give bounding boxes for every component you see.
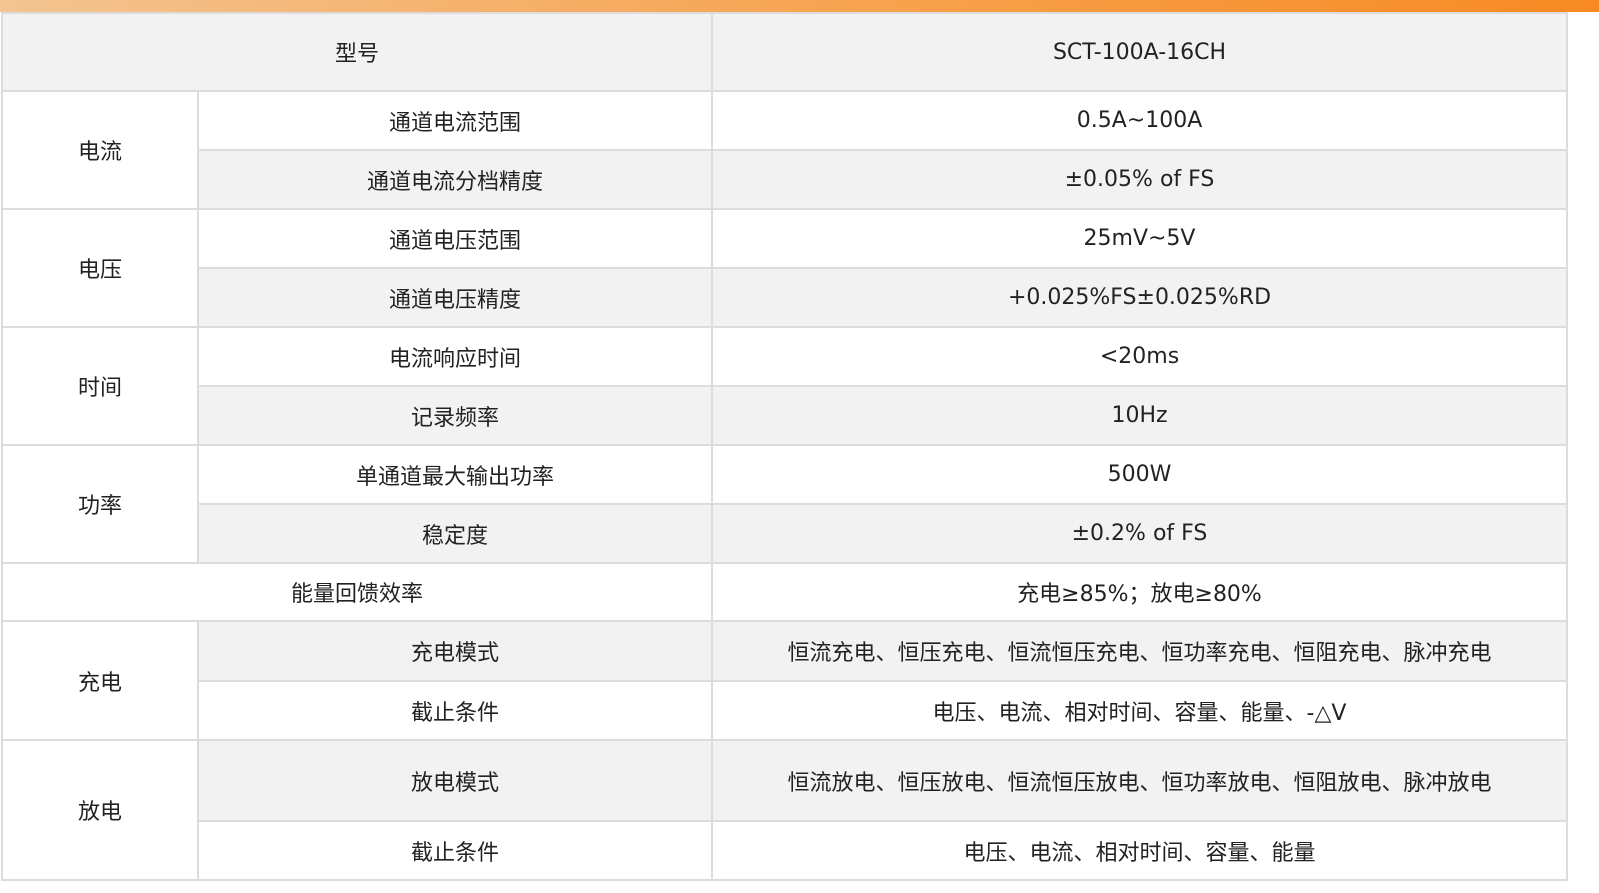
group-current: 电流 — [1, 90, 199, 210]
row-label: 通道电流范围 — [196, 90, 714, 151]
row-label: 充电模式 — [196, 620, 714, 682]
row-value: 0.5A~100A — [711, 90, 1568, 151]
row-label: 通道电压范围 — [196, 208, 714, 269]
row-value: 恒流充电、恒压充电、恒流恒压充电、恒功率充电、恒阻充电、脉冲充电 — [711, 620, 1568, 682]
row-value: 电压、电流、相对时间、容量、能量 — [711, 820, 1568, 881]
row-label: 能量回馈效率 — [0, 562, 714, 622]
group-discharge: 放电 — [1, 739, 199, 881]
table-row: 功率 单通道最大输出功率 500W — [1, 444, 1568, 564]
group-power: 功率 — [1, 444, 199, 564]
table-row: 能量回馈效率 充电≥85%；放电≥80% — [0, 562, 1568, 622]
header-label: 型号 — [0, 12, 714, 92]
row-label: 截止条件 — [196, 680, 714, 741]
table-row: 稳定度 ±0.2% of FS — [2, 503, 1568, 564]
row-value: 充电≥85%；放电≥80% — [711, 562, 1568, 622]
group-charge: 充电 — [1, 620, 199, 741]
table-row: 通道电流分档精度 ±0.05% of FS — [2, 149, 1568, 210]
table-row: 电压 通道电压范围 25mV~5V — [1, 208, 1568, 328]
group-time: 时间 — [1, 326, 199, 446]
row-value: 电压、电流、相对时间、容量、能量、-△V — [711, 680, 1568, 741]
row-value: ±0.05% of FS — [711, 149, 1568, 210]
row-label: 记录频率 — [196, 385, 714, 446]
row-value: +0.025%FS±0.025%RD — [711, 267, 1568, 328]
table-row: 放电 放电模式 恒流放电、恒压放电、恒流恒压放电、恒功率放电、恒阻放电、脉冲放电 — [1, 739, 1568, 881]
row-label: 稳定度 — [196, 503, 714, 564]
row-label: 通道电流分档精度 — [196, 149, 714, 210]
table-row: 电流 通道电流范围 0.5A~100A — [1, 90, 1568, 210]
row-value: ±0.2% of FS — [711, 503, 1568, 564]
row-label: 放电模式 — [196, 739, 714, 822]
table-row: 时间 电流响应时间 <20ms — [1, 326, 1568, 446]
row-value: 500W — [711, 444, 1568, 505]
top-accent-bar — [0, 0, 1599, 12]
row-value: 10Hz — [711, 385, 1568, 446]
row-value: <20ms — [711, 326, 1568, 387]
table-row: 截止条件 电压、电流、相对时间、容量、能量 — [2, 820, 1568, 881]
table-row: 截止条件 电压、电流、相对时间、容量、能量、-△V — [2, 680, 1568, 741]
row-value: 恒流放电、恒压放电、恒流恒压放电、恒功率放电、恒阻放电、脉冲放电 — [711, 739, 1568, 822]
row-label: 通道电压精度 — [196, 267, 714, 328]
header-value: SCT-100A-16CH — [711, 12, 1568, 92]
row-value: 25mV~5V — [711, 208, 1568, 269]
row-label: 单通道最大输出功率 — [196, 444, 714, 505]
spec-table: 型号 SCT-100A-16CH 电流 通道电流范围 0.5A~100A 通道电… — [0, 12, 1568, 881]
table-row: 通道电压精度 +0.025%FS±0.025%RD — [2, 267, 1568, 328]
row-label: 电流响应时间 — [196, 326, 714, 387]
row-label: 截止条件 — [196, 820, 714, 881]
table-row: 记录频率 10Hz — [2, 385, 1568, 446]
table-row: 充电 充电模式 恒流充电、恒压充电、恒流恒压充电、恒功率充电、恒阻充电、脉冲充电 — [1, 620, 1568, 741]
group-voltage: 电压 — [1, 208, 199, 328]
table-header-row: 型号 SCT-100A-16CH — [0, 12, 1568, 92]
